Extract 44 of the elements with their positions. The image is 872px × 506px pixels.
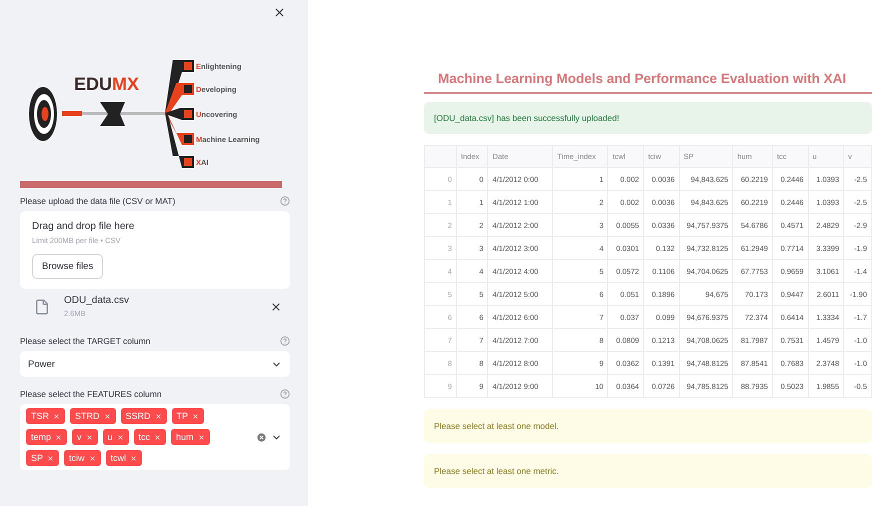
file-name: ODU_data.csv <box>64 295 130 306</box>
feature-tag[interactable]: v <box>72 429 98 445</box>
remove-tag-icon[interactable] <box>86 434 93 440</box>
remove-tag-icon[interactable] <box>198 434 205 440</box>
help-icon[interactable] <box>280 196 290 206</box>
remove-file-icon[interactable] <box>270 300 282 312</box>
remove-tag-icon[interactable] <box>88 454 96 462</box>
feature-tag[interactable]: SSRD <box>120 408 167 424</box>
help-icon[interactable] <box>280 389 290 399</box>
feature-tag[interactable]: STRD <box>70 408 116 424</box>
feature-tag[interactable]: tciw <box>64 450 101 466</box>
remove-tag-icon[interactable] <box>47 454 54 462</box>
file-icon <box>34 298 50 314</box>
page-title: Machine Learning Models and Performance Evaluation with XAI <box>424 64 872 94</box>
remove-tag-icon[interactable] <box>116 434 124 440</box>
remove-tag-icon[interactable] <box>104 412 110 420</box>
dropzone-title: Drag and drop file here <box>32 221 134 232</box>
close-icon[interactable] <box>273 6 286 18</box>
feature-tag[interactable]: tcwl <box>106 450 142 466</box>
remove-tag-icon[interactable] <box>55 434 62 440</box>
remove-tag-icon[interactable] <box>130 454 138 462</box>
remove-tag-icon[interactable] <box>154 434 162 440</box>
remove-tag-icon[interactable] <box>192 412 200 420</box>
feature-tag[interactable]: tcc <box>134 429 166 445</box>
feature-tag[interactable]: SP <box>26 450 60 466</box>
feature-tag[interactable]: u <box>102 429 129 445</box>
clear-icon[interactable] <box>256 432 267 442</box>
features-multiselect[interactable]: TSR STRD SSRD TP temp v u tcc hum SP tciw tcwl <box>20 404 290 470</box>
success-alert: [ODU_data.csv] has been successfully uploaded! <box>424 102 872 134</box>
brand-name: EDUMX <box>74 74 140 94</box>
field-label: Please select the TARGET column <box>20 336 150 346</box>
feature-tag[interactable]: TP <box>172 408 204 424</box>
browse-button[interactable]: Browse files <box>32 254 104 279</box>
field-label: Please select the FEATURES column <box>20 389 162 399</box>
warning-alert: Please select at least one metric. <box>424 454 872 488</box>
help-icon[interactable] <box>280 336 290 346</box>
feature-tag[interactable]: hum <box>171 429 210 445</box>
feature-tag[interactable]: TSR <box>26 408 65 424</box>
target-select[interactable]: Power <box>20 351 290 377</box>
field-label: Please upload the data file (CSV or MAT) <box>20 196 176 206</box>
feature-tag[interactable]: temp <box>26 429 68 445</box>
warning-alert: Please select at least one model. <box>424 409 872 443</box>
remove-tag-icon[interactable] <box>53 412 60 420</box>
remove-tag-icon[interactable] <box>154 412 162 420</box>
